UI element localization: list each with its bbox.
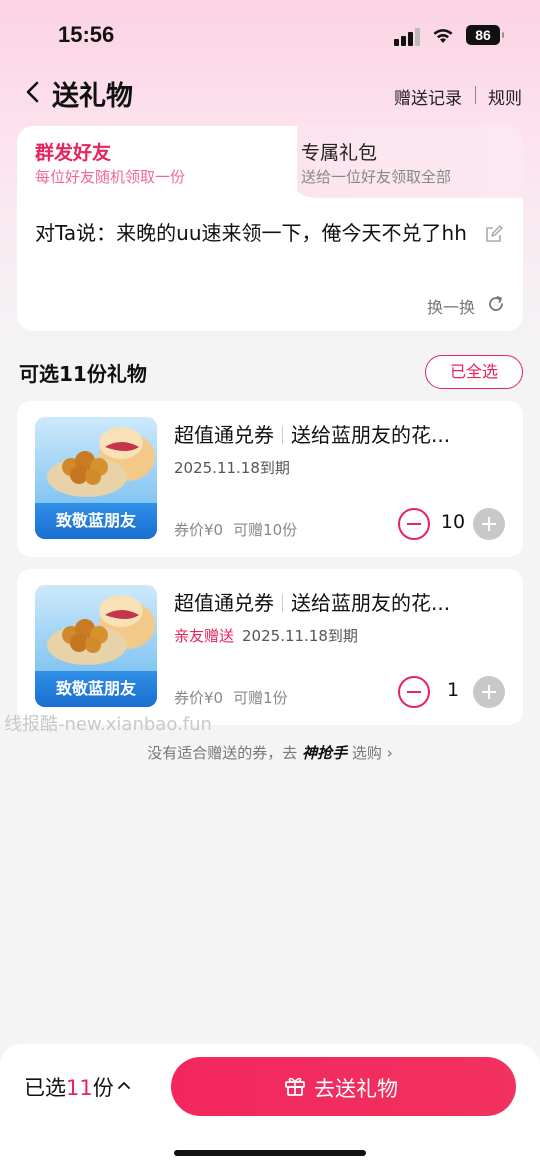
tab-exclusive-pack[interactable]: 专属礼包 <box>301 138 377 165</box>
quantity-value: 1 <box>446 679 460 701</box>
gift-available: 可赠1份 <box>233 689 288 707</box>
gift-available: 可赠10份 <box>233 521 298 539</box>
rules-link[interactable]: 规则 <box>488 84 522 109</box>
gift-thumbnail: 致敬蓝朋友 <box>35 585 157 707</box>
shop-brand-link[interactable]: 神抢手 <box>302 744 347 762</box>
gift-message[interactable]: 对Ta说：来晚的uu速来领一下，俺今天不兑了hh <box>35 218 483 248</box>
bottom-action-bar: 已选11份 去送礼物 <box>0 1044 540 1168</box>
nav-bar: 送礼物 赠送记录 规则 <box>0 70 540 114</box>
increase-quantity-button[interactable] <box>473 508 505 540</box>
gift-record-link[interactable]: 赠送记录 <box>394 84 462 109</box>
battery-icon: 86 <box>466 25 504 45</box>
quantity-value: 10 <box>440 511 466 533</box>
friend-gift-tag: 亲友赠送 <box>174 627 235 645</box>
decrease-quantity-button[interactable] <box>398 676 430 708</box>
gift-price: 券价¥0 <box>174 521 224 539</box>
gift-name: 送给蓝朋友的花... <box>291 423 451 447</box>
nav-divider <box>475 86 476 104</box>
shop-link[interactable]: 选购 <box>352 744 382 762</box>
gift-title[interactable]: 超值通兑券 送给蓝朋友的花... <box>174 587 504 616</box>
refresh-icon[interactable] <box>487 295 505 313</box>
selected-suffix: 份 <box>92 1076 114 1100</box>
tab-group-send-subtitle: 每位好友随机领取一份 <box>35 168 186 186</box>
tab-group-send[interactable]: 群发好友 <box>35 138 111 165</box>
gift-price: 券价¥0 <box>174 689 224 707</box>
home-indicator <box>174 1150 366 1156</box>
edit-icon[interactable] <box>484 224 504 244</box>
food-illustration <box>47 595 155 665</box>
gift-icon <box>285 1077 305 1096</box>
back-icon[interactable] <box>22 80 44 104</box>
send-gift-button[interactable]: 去送礼物 <box>171 1057 516 1116</box>
gift-thumbnail-label: 致敬蓝朋友 <box>35 671 157 707</box>
select-all-button[interactable]: 已全选 <box>425 355 523 389</box>
chevron-up-icon[interactable] <box>117 1080 131 1090</box>
wifi-icon <box>433 29 453 43</box>
gift-thumbnail-label: 致敬蓝朋友 <box>35 503 157 539</box>
gift-type: 超值通兑券 <box>174 591 274 615</box>
send-gift-label: 去送礼物 <box>314 1077 398 1101</box>
title-divider <box>282 426 283 444</box>
decrease-quantity-button[interactable] <box>398 508 430 540</box>
gift-expire-date: 2025.11.18到期 <box>174 459 290 477</box>
refresh-message-button[interactable]: 换一换 <box>427 294 475 318</box>
gift-list-title: 可选11份礼物 <box>19 362 147 386</box>
status-time: 15:56 <box>58 22 115 47</box>
shop-hint-text: 没有适合赠送的券，去 <box>147 744 298 762</box>
page-title: 送礼物 <box>52 81 133 112</box>
gift-type: 超值通兑券 <box>174 423 274 447</box>
gift-item: 致敬蓝朋友 超值通兑券 送给蓝朋友的花... 亲友赠送 2025.11.18到期 券… <box>17 569 523 725</box>
gift-price-info: 券价¥0 可赠10份 <box>174 519 297 540</box>
status-bar: 15:56 86 <box>0 0 540 70</box>
gift-mode-card: 群发好友 每位好友随机领取一份 专属礼包 送给一位好友领取全部 对Ta说：来晚的… <box>17 126 523 331</box>
tab-exclusive-pack-subtitle: 送给一位好友领取全部 <box>301 168 452 186</box>
shop-hint: 没有适合赠送的券，去 神抢手 选购 › <box>0 742 540 763</box>
gift-title[interactable]: 超值通兑券 送给蓝朋友的花... <box>174 419 504 448</box>
food-illustration <box>47 427 155 497</box>
watermark: 线报酷-new.xianbao.fun <box>4 714 212 735</box>
gift-price-info: 券价¥0 可赠1份 <box>174 687 288 708</box>
cellular-signal-icon <box>394 28 422 46</box>
gift-item: 致敬蓝朋友 超值通兑券 送给蓝朋友的花... 2025.11.18到期 券价¥0 可… <box>17 401 523 557</box>
chevron-right-icon[interactable]: › <box>387 744 393 762</box>
gift-expire-date: 亲友赠送 2025.11.18到期 <box>174 625 358 646</box>
gift-expire-text: 2025.11.18到期 <box>242 627 358 645</box>
selected-summary[interactable]: 已选11份 <box>24 1072 114 1102</box>
gift-thumbnail: 致敬蓝朋友 <box>35 417 157 539</box>
increase-quantity-button[interactable] <box>473 676 505 708</box>
selected-prefix: 已选 <box>24 1076 66 1100</box>
title-divider <box>282 594 283 612</box>
gift-name: 送给蓝朋友的花... <box>291 591 451 615</box>
selected-count: 11 <box>66 1076 93 1100</box>
